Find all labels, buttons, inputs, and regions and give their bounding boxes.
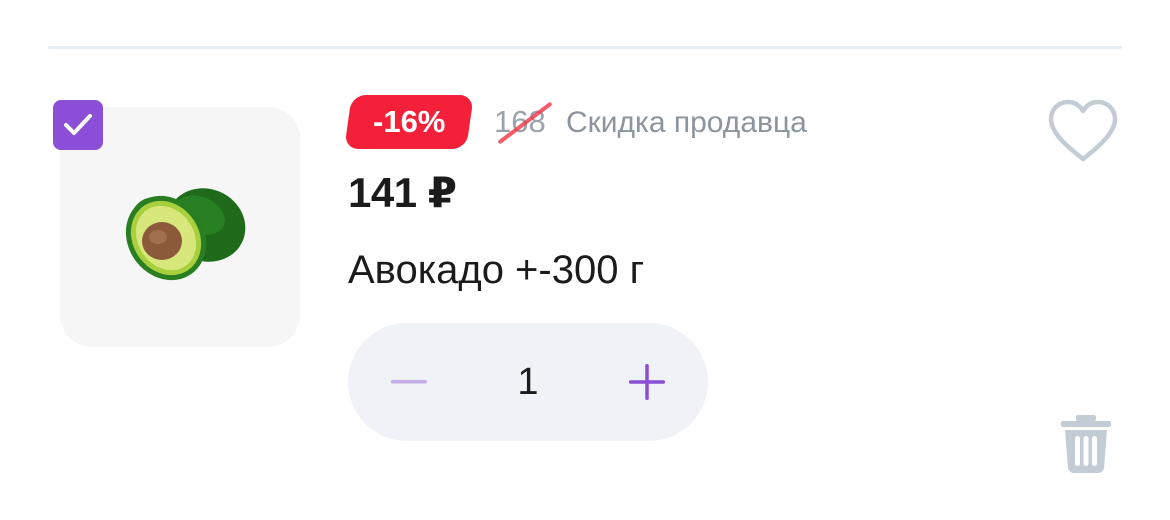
favorite-button[interactable] xyxy=(1046,98,1120,169)
divider xyxy=(48,46,1122,49)
current-price: 141 ₽ xyxy=(348,169,457,216)
cart-item-card: -16% 168 Скидка продавца 141 ₽ Авокадо +… xyxy=(0,0,1170,520)
delete-button[interactable] xyxy=(1058,414,1114,479)
quantity-value[interactable]: 1 xyxy=(468,323,588,441)
heart-outline-icon xyxy=(1048,99,1118,162)
discount-note: Скидка продавца xyxy=(566,106,807,139)
quantity-stepper: 1 xyxy=(348,323,708,441)
select-checkbox[interactable] xyxy=(53,100,103,150)
checkmark-icon xyxy=(64,114,92,135)
old-price: 168 xyxy=(494,101,553,145)
decrement-button[interactable] xyxy=(350,323,468,441)
discount-badge-label: -16% xyxy=(372,104,446,139)
trash-icon xyxy=(1061,415,1111,473)
product-title[interactable]: Авокадо +-300 г xyxy=(348,248,644,293)
increment-button[interactable] xyxy=(588,323,706,441)
minus-icon xyxy=(391,380,427,384)
plus-icon xyxy=(629,364,665,400)
discount-badge: -16% xyxy=(344,95,474,149)
